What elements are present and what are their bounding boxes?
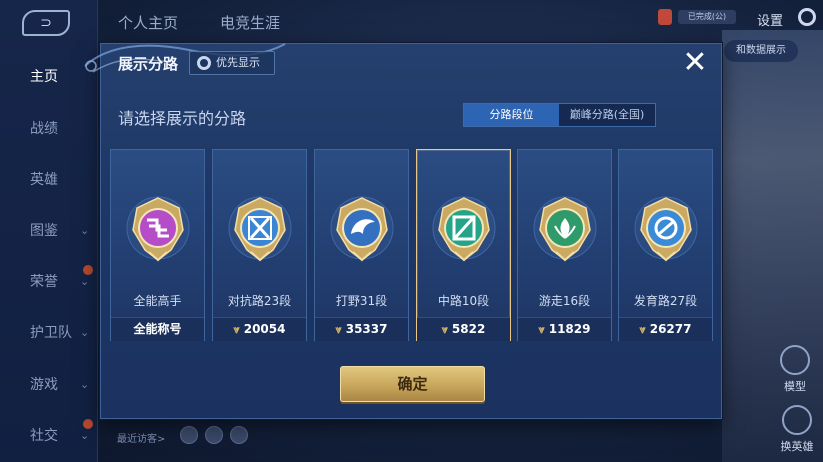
lane-rank-label: 打野31段 [335,294,388,308]
sidebar-item[interactable]: 英雄 [0,165,98,195]
lane-rank-label: 中路10段 [437,294,490,308]
sidebar-item-label: 战绩 [30,121,58,137]
status-mini-badge: 已完成(公) [678,10,736,24]
gear-icon[interactable] [798,8,816,26]
chevron-down-icon: ⌄ [80,224,90,237]
chevron-down-icon: ⌄ [80,378,90,391]
lane-points: ⩔ 26277 [619,317,712,341]
rank-chevron-icon: ⩔ [639,323,646,336]
top-right-bar: 已完成(公) 设置 [650,6,820,32]
tab-peak-lane-national[interactable]: 巅峰分路(全国) [559,104,655,126]
notification-dot-icon [83,265,93,275]
model-icon [780,345,810,375]
sidebar-item[interactable]: 护卫队 ⌄ [0,318,98,348]
sidebar-item-label: 游戏 [30,377,58,393]
rank-chevron-icon: ⩔ [233,323,240,336]
lane-points-value: 20054 [243,322,286,336]
lane-mode-toggle: 分路段位 巅峰分路(全国) [463,103,656,127]
sidebar-item[interactable]: 图鉴 ⌄ [0,216,98,246]
lane-points: ⩔ 35337 [315,317,408,341]
priority-display-button[interactable]: 优先显示 [189,51,275,75]
lane-card[interactable]: 打野31段 ⩔ 35337 [314,149,409,341]
data-display-badge[interactable]: 和数据展示 [724,40,798,62]
sidebar-item[interactable]: 游戏 ⌄ [0,370,98,400]
sidebar-item-label: 英雄 [30,172,58,188]
rank-chevron-icon: ⩔ [538,323,545,336]
model-label: 模型 [784,380,806,393]
lane-points: ⩔ 5822 [417,317,510,341]
sidebar-item-label: 护卫队 [30,325,72,341]
close-button[interactable]: ✕ [680,48,710,79]
left-nav: ⊃ 主页 战绩 英雄 图鉴 ⌄ 荣誉 ⌄ 护卫队 ⌄ 游戏 ⌄ 社交 ⌄ [0,0,98,462]
model-button[interactable]: 模型 [765,345,823,394]
lane-card-list: 全能高手 全能称号 对抗路23段 ⩔ 20054 打野31段 ⩔ 35337 中路10段 ⩔ 582… [110,149,714,341]
mid-lane-emblem-icon [429,190,499,266]
rank-chevron-icon: ⩔ [335,323,342,336]
sidebar-item[interactable]: 主页 [0,62,98,92]
sidebar-item[interactable]: 战绩 [0,114,98,144]
farm-lane-emblem-icon [631,190,701,266]
rank-chevron-icon: ⩔ [441,323,448,336]
back-button[interactable]: ⊃ [22,10,70,36]
settings-label[interactable]: 设置 [757,10,783,29]
visitor-avatar[interactable] [205,426,223,444]
jungle-emblem-icon [327,190,397,266]
confirm-button[interactable]: 确定 [340,366,485,402]
lane-rank-label: 游走16段 [538,294,591,308]
lane-points: 全能称号 [111,317,204,341]
lane-card[interactable]: 全能高手 全能称号 [110,149,205,341]
clash-lane-emblem-icon [225,190,295,266]
sidebar-item-label: 主页 [30,69,58,85]
lane-points-value: 全能称号 [133,322,182,336]
all-round-emblem-icon [123,190,193,266]
swap-hero-icon [782,405,812,435]
sidebar-item-label: 社交 [30,428,58,444]
lane-rank-label: 发育路27段 [633,294,698,308]
notification-dot-icon [83,419,93,429]
visitor-avatar[interactable] [180,426,198,444]
lane-display-modal: 展示分路 优先显示 ✕ 请选择展示的分路 分路段位 巅峰分路(全国) 全能高手全… [84,43,722,419]
roam-emblem-icon [530,190,600,266]
lane-rank-label: 全能高手 [133,294,182,308]
lane-select-prompt: 请选择展示的分路 [118,109,247,128]
priority-display-label: 优先显示 [216,56,260,69]
tab-lane-rank[interactable]: 分路段位 [464,104,559,126]
lane-points-value: 35337 [345,322,388,336]
tab-profile[interactable]: 个人主页 [118,12,178,33]
lane-card[interactable]: 对抗路23段 ⩔ 20054 [212,149,307,341]
sidebar-item-label: 荣誉 [30,274,58,290]
bag-icon[interactable] [658,9,672,25]
chevron-down-icon: ⌄ [80,326,90,339]
lane-points: ⩔ 11829 [518,317,611,341]
lane-points-value: 11829 [548,322,591,336]
gear-icon [197,56,211,70]
swap-hero-button[interactable]: 换英雄 [767,405,823,454]
swap-hero-label: 换英雄 [780,440,814,453]
recent-visitors-link[interactable]: 最近访客> [117,430,165,445]
lane-rank-label: 对抗路23段 [227,294,292,308]
lane-card[interactable]: 中路10段 ⩔ 5822 [416,149,511,341]
lane-points-value: 26277 [649,322,692,336]
visitor-avatar[interactable] [230,426,248,444]
sidebar-item-label: 图鉴 [30,223,58,239]
hero-showcase-background [722,30,823,462]
lane-card[interactable]: 发育路27段 ⩔ 26277 [618,149,713,341]
tab-esports-career[interactable]: 电竞生涯 [220,12,280,33]
modal-title: 展示分路 [118,55,179,73]
lane-points: ⩔ 20054 [213,317,306,341]
lane-points-value: 5822 [451,322,486,336]
lane-card[interactable]: 游走16段 ⩔ 11829 [517,149,612,341]
